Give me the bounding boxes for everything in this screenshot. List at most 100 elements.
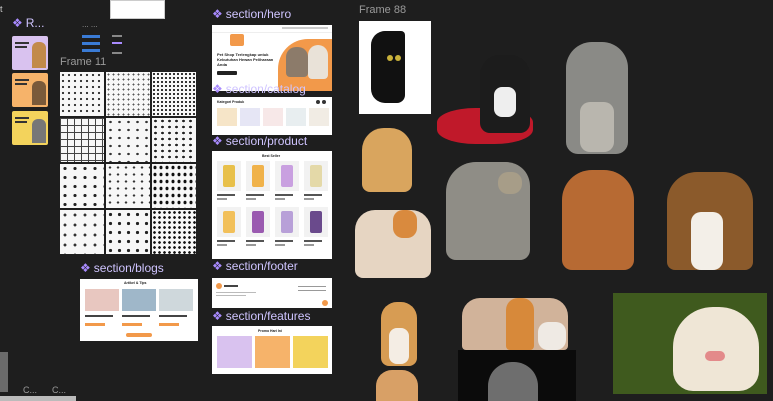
pattern-tile[interactable] <box>106 118 150 162</box>
component-label-features[interactable]: ❖ section/features <box>212 309 310 323</box>
product-card[interactable] <box>217 161 241 203</box>
component-label-hero[interactable]: ❖ section/hero <box>212 7 291 21</box>
product-price-line <box>275 244 285 246</box>
feature-card-2[interactable] <box>12 73 48 107</box>
pattern-tile[interactable] <box>106 72 150 116</box>
blog-image-2 <box>122 289 156 311</box>
blogs-more-button[interactable] <box>126 333 152 337</box>
hero-cat2-image <box>308 45 328 79</box>
swatch-1 <box>82 35 100 38</box>
footer-frame[interactable] <box>212 278 332 308</box>
product-card[interactable] <box>217 207 241 249</box>
group-pets-image <box>462 298 568 350</box>
component-label-product[interactable]: ❖ section/product <box>212 134 307 148</box>
hero-headline: Pet Shop Terlengkap untuk Kebutuhan Hewa… <box>217 52 274 67</box>
component-label-c2[interactable]: C... <box>52 385 66 395</box>
swatch-2 <box>82 42 100 45</box>
edge-image <box>0 352 8 392</box>
component-label-r[interactable]: ❖ R... <box>12 16 44 30</box>
product-name-line <box>246 194 264 196</box>
features-frame[interactable]: Promo Hari Ini <box>212 326 332 374</box>
pattern-tile[interactable] <box>152 118 196 162</box>
catalog-item-5[interactable] <box>309 108 329 126</box>
product-card[interactable] <box>304 207 328 249</box>
product-frame[interactable]: Best Seller <box>212 151 332 259</box>
features-card-1[interactable] <box>217 336 252 368</box>
dots-label: ... ... <box>82 20 98 29</box>
feature-card-1[interactable] <box>12 36 48 70</box>
corgi-image <box>381 302 417 366</box>
left-edge-label: t <box>0 4 3 14</box>
pattern-tile[interactable] <box>152 164 196 208</box>
product-image <box>217 207 241 237</box>
bottom-strip <box>0 396 76 401</box>
features-card-3[interactable] <box>293 336 328 368</box>
component-label-catalog[interactable]: ❖ section/catalog <box>212 82 306 96</box>
golden-retriever-image <box>613 293 767 394</box>
catalog-item-1[interactable] <box>217 108 237 126</box>
frame-label-frame11[interactable]: Frame 11 <box>60 56 106 68</box>
dog-bottom-image <box>376 370 418 401</box>
catalog-prev-icon[interactable] <box>316 100 320 104</box>
product-name-line <box>246 240 264 242</box>
catalog-frame[interactable]: Kategori Produk <box>212 97 332 135</box>
pattern-tile[interactable] <box>106 164 150 208</box>
product-bag-image <box>252 211 264 233</box>
component-icon: ❖ <box>212 7 223 21</box>
footer-logo-icon <box>216 283 222 289</box>
pattern-tile[interactable] <box>106 210 150 254</box>
product-card[interactable] <box>246 161 270 203</box>
component-icon: ❖ <box>212 309 223 323</box>
catalog-item-4[interactable] <box>286 108 306 126</box>
product-name-line <box>217 194 235 196</box>
product-card[interactable] <box>275 207 299 249</box>
hero-nav-links <box>282 27 328 29</box>
swatch-4 <box>112 35 122 37</box>
product-name-line <box>275 194 293 196</box>
hero-cta-button[interactable] <box>217 71 237 75</box>
component-label-text: section/footer <box>225 259 298 273</box>
orange-white-cat-image <box>355 210 431 278</box>
component-label-text: section/catalog <box>225 82 306 96</box>
product-title: Best Seller <box>262 154 281 158</box>
features-card-2[interactable] <box>255 336 290 368</box>
product-card[interactable] <box>304 161 328 203</box>
frame-label-frame88[interactable]: Frame 88 <box>359 4 406 16</box>
black-cat-image <box>371 31 405 103</box>
product-price-line <box>217 198 227 200</box>
product-card[interactable] <box>275 161 299 203</box>
feature-card-3[interactable] <box>12 111 48 145</box>
component-icon: ❖ <box>212 134 223 148</box>
swatch-3 <box>82 49 100 52</box>
hero-cat-image <box>286 47 308 77</box>
pattern-tile[interactable] <box>60 118 104 162</box>
component-label-c1[interactable]: C... <box>23 385 37 395</box>
blogs-title: Artikel & Tips <box>124 281 147 285</box>
product-bag-image <box>223 165 235 187</box>
pattern-tile[interactable] <box>60 72 104 116</box>
catalog-item-2[interactable] <box>240 108 260 126</box>
blogs-frame[interactable]: Artikel & Tips <box>80 279 198 341</box>
product-card[interactable] <box>246 207 270 249</box>
component-label-text: section/product <box>225 134 308 148</box>
pattern-tile[interactable] <box>60 164 104 208</box>
pattern-tile[interactable] <box>60 210 104 254</box>
catalog-item-3[interactable] <box>263 108 283 126</box>
mini-frame[interactable] <box>110 0 165 19</box>
product-price-line <box>246 198 256 200</box>
product-bag-image <box>281 165 293 187</box>
pattern-tile[interactable] <box>152 72 196 116</box>
frame88[interactable] <box>359 21 431 114</box>
tabby-cat-image <box>446 162 530 260</box>
component-label-footer[interactable]: ❖ section/footer <box>212 259 298 273</box>
product-bag-image <box>223 211 235 233</box>
footer-social-icon[interactable] <box>322 300 328 306</box>
product-price-line <box>217 244 227 246</box>
product-name-line <box>217 240 235 242</box>
component-label-text: section/features <box>225 309 311 323</box>
catalog-next-icon[interactable] <box>322 100 326 104</box>
features-title: Promo Hari Ini <box>258 329 282 333</box>
pattern-tile[interactable] <box>152 210 196 254</box>
product-image <box>304 207 328 237</box>
component-label-blogs[interactable]: ❖ section/blogs <box>80 261 164 275</box>
